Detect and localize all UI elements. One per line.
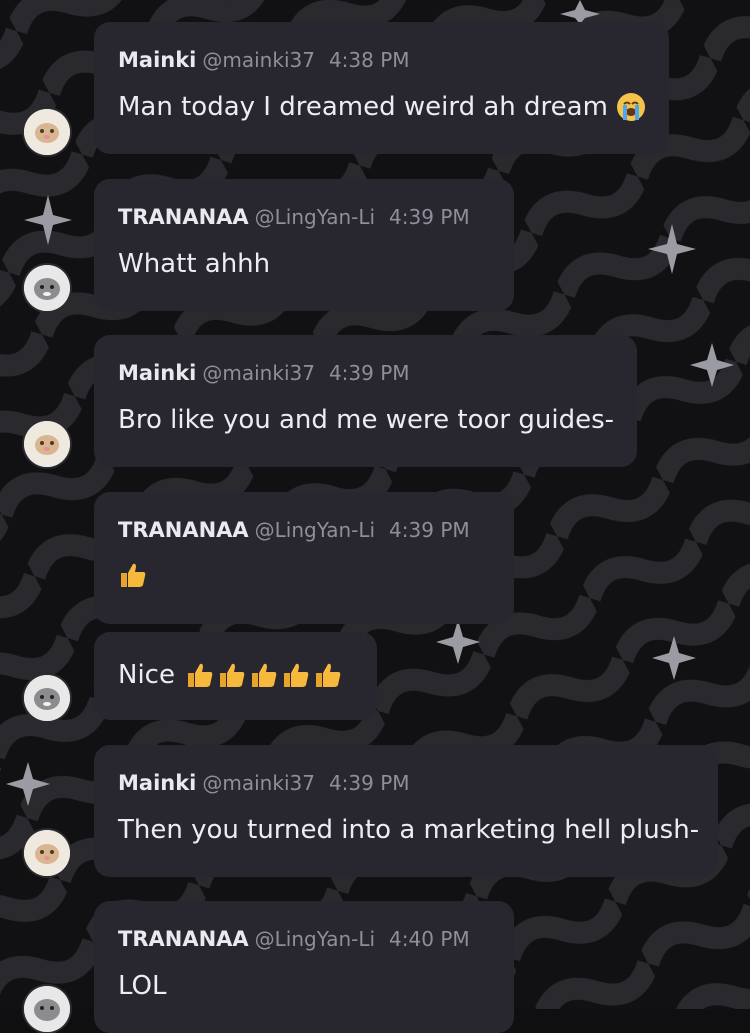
username[interactable]: TRANANAA — [118, 927, 249, 951]
message-bubble[interactable]: Nice — [94, 632, 377, 720]
message-text: Then you turned into a marketing hell pl… — [118, 815, 700, 845]
message-text: Nice — [118, 660, 175, 690]
message-bubble[interactable]: TRANANAA @LingYan-Li 4:39 PM — [94, 492, 514, 624]
message-meta: TRANANAA @LingYan-Li 4:40 PM — [118, 927, 470, 951]
user-handle: @mainki37 — [202, 361, 315, 385]
message-bubble[interactable]: TRANANAA @LingYan-Li 4:40 PM LOL — [94, 901, 514, 1033]
loudly-crying-face-icon — [616, 93, 645, 121]
timestamp: 4:39 PM — [389, 205, 470, 229]
message-bubble[interactable]: Mainki @mainki37 4:38 PM Man today I dream… — [94, 22, 669, 154]
message-text-row: Nice — [118, 660, 343, 690]
avatar-trananaa[interactable] — [24, 986, 70, 1032]
message-text-row — [118, 560, 148, 590]
avatar-trananaa[interactable] — [24, 675, 70, 721]
message-bubble[interactable]: Mainki @mainki37 4:39 PM Then you turned i… — [94, 745, 718, 877]
thumbs-up-icon — [283, 663, 309, 687]
timestamp: 4:39 PM — [389, 518, 470, 542]
avatar-mainki[interactable] — [24, 109, 70, 155]
thumbs-up-icon — [315, 663, 341, 687]
avatar-trananaa[interactable] — [24, 265, 70, 311]
timestamp: 4:40 PM — [389, 927, 470, 951]
message-meta: Mainki @mainki37 4:39 PM — [118, 771, 410, 795]
message-text: Bro like you and me were toor guides- — [118, 405, 615, 435]
timestamp: 4:38 PM — [328, 48, 410, 72]
message-meta: TRANANAA @LingYan-Li 4:39 PM — [118, 205, 470, 229]
username[interactable]: Mainki — [118, 361, 196, 385]
message-meta: Mainki @mainki37 4:38 PM — [118, 48, 410, 72]
user-handle: @LingYan-Li — [254, 205, 376, 229]
timestamp: 4:39 PM — [328, 771, 410, 795]
username[interactable]: Mainki — [118, 771, 196, 795]
message-meta: TRANANAA @LingYan-Li 4:39 PM — [118, 518, 470, 542]
message-text: Whatt ahhh — [118, 249, 271, 279]
message-text: LOL — [118, 971, 167, 1001]
message-text-row: Man today I dreamed weird ah dream — [118, 92, 646, 122]
user-handle: @mainki37 — [202, 48, 315, 72]
thumbs-up-icon — [219, 663, 245, 687]
user-handle: @mainki37 — [202, 771, 315, 795]
timestamp: 4:39 PM — [328, 361, 410, 385]
thumbs-up-icon — [121, 563, 146, 587]
thumbs-up-icon — [187, 663, 213, 687]
message-meta: Mainki @mainki37 4:39 PM — [118, 361, 410, 385]
user-handle: @LingYan-Li — [254, 518, 376, 542]
username[interactable]: TRANANAA — [118, 518, 249, 542]
avatar-mainki[interactable] — [24, 830, 70, 876]
message-bubble[interactable]: Mainki @mainki37 4:39 PM Bro like you and … — [94, 335, 637, 467]
message-bubble[interactable]: TRANANAA @LingYan-Li 4:39 PM Whatt ahhh — [94, 179, 514, 311]
username[interactable]: TRANANAA — [118, 205, 249, 229]
user-handle: @LingYan-Li — [254, 927, 376, 951]
username[interactable]: Mainki — [118, 48, 196, 72]
message-text: Man today I dreamed weird ah dream — [118, 92, 608, 122]
thumbs-up-row — [183, 660, 343, 690]
thumbs-up-icon — [251, 663, 277, 687]
avatar-mainki[interactable] — [24, 421, 70, 467]
